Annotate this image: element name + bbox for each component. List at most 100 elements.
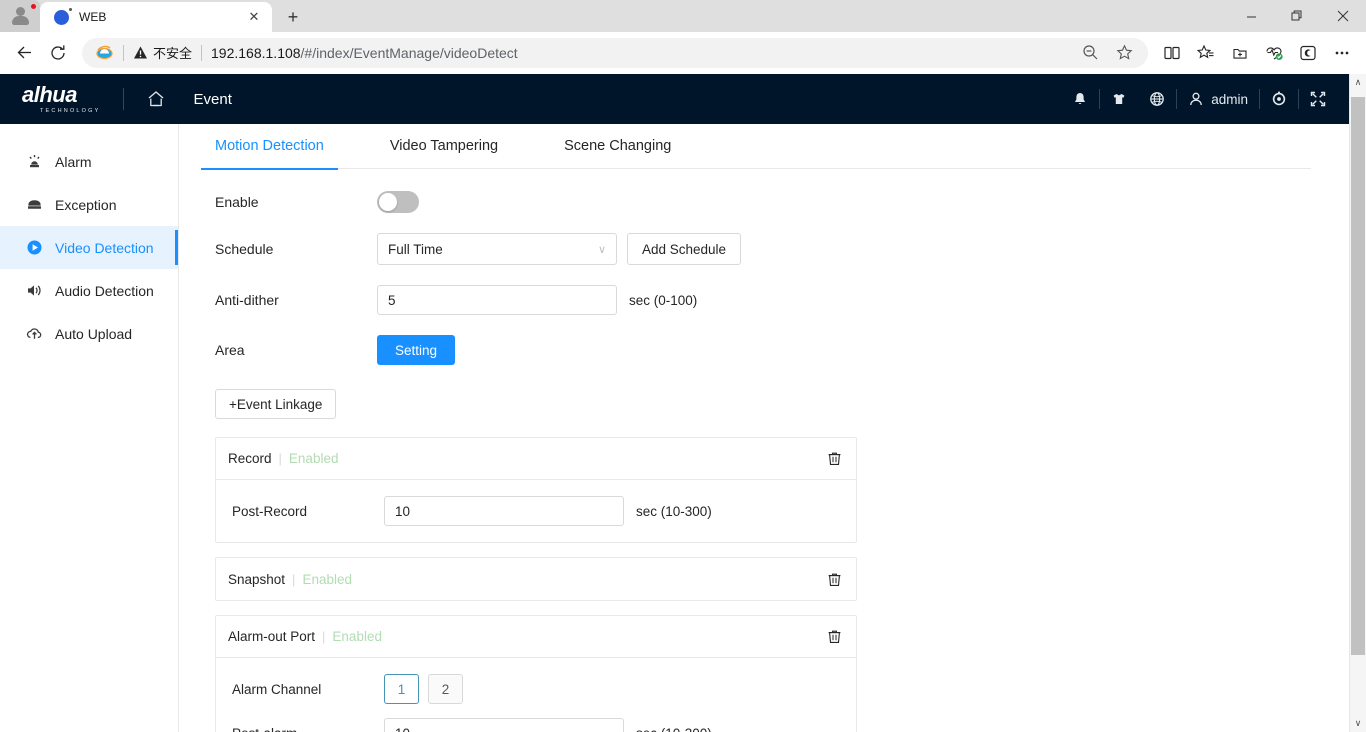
cloud-upload-icon — [26, 325, 43, 342]
sidebar-item-label: Audio Detection — [55, 282, 154, 299]
post-alarm-row: Post-alarm 10 sec (10-300) — [216, 718, 856, 732]
reload-icon[interactable] — [42, 37, 74, 69]
card-header: Alarm-out Port | Enabled — [216, 616, 856, 658]
trash-icon[interactable] — [827, 451, 842, 466]
collections-icon[interactable] — [1190, 37, 1222, 69]
card-title: Snapshot — [228, 571, 286, 587]
close-icon[interactable]: ✕ — [244, 7, 264, 27]
post-alarm-input[interactable]: 10 — [384, 718, 624, 732]
ai-shirt-icon[interactable] — [1100, 91, 1138, 107]
post-alarm-label: Post-alarm — [232, 726, 384, 732]
user-icon — [1190, 92, 1203, 106]
card-title: Alarm-out Port — [228, 629, 316, 644]
sidebar-item-auto-upload[interactable]: Auto Upload — [0, 312, 178, 355]
speaker-icon — [26, 282, 43, 299]
post-record-input[interactable]: 10 — [384, 496, 624, 526]
globe-favicon — [54, 7, 72, 25]
chevron-down-icon: ∨ — [597, 243, 606, 256]
copilot-icon[interactable] — [1292, 37, 1324, 69]
url-path: /#/index/EventManage/videoDetect — [300, 44, 518, 61]
sidebar-item-label: Auto Upload — [55, 325, 133, 342]
divider — [123, 44, 124, 61]
tab-motion-detection[interactable]: Motion Detection — [201, 124, 338, 170]
globe-icon[interactable] — [1138, 91, 1176, 107]
sidebar-item-exception[interactable]: Exception — [0, 183, 178, 226]
home-icon[interactable] — [146, 89, 166, 109]
status-badge: Enabled — [302, 571, 352, 587]
scrollbar-track[interactable] — [1350, 91, 1366, 715]
sidebar-item-video-detection[interactable]: Video Detection — [0, 226, 178, 269]
motion-detection-form: Enable Schedule Full Time ∨ Add Schedule… — [201, 169, 1319, 732]
browser-tab[interactable]: WEB ✕ — [40, 2, 272, 32]
split-screen-icon[interactable] — [1156, 37, 1188, 69]
play-circle-icon — [26, 239, 43, 256]
divider: | — [322, 629, 326, 644]
schedule-select[interactable]: Full Time ∨ — [377, 233, 617, 265]
area-label: Area — [215, 342, 245, 358]
fullscreen-icon[interactable] — [1299, 91, 1337, 107]
post-record-suffix: sec (10-300) — [636, 503, 712, 519]
alarm-channel-button-2[interactable]: 2 — [428, 674, 463, 704]
ie-mode-icon[interactable] — [94, 43, 114, 63]
add-schedule-button[interactable]: Add Schedule — [627, 233, 742, 265]
dahua-logo: alhua TECHNOLOGY — [22, 84, 101, 115]
post-record-label: Post-Record — [232, 503, 308, 519]
divider: | — [278, 451, 282, 466]
page-scrollbar[interactable]: ∧ ∨ — [1349, 74, 1366, 732]
new-tab-button[interactable]: + — [278, 2, 308, 32]
anti-dither-label: Anti-dither — [215, 292, 279, 308]
app-body: Alarm Exception Video Detection Audio De… — [0, 124, 1349, 732]
alarm-channel-button-1[interactable]: 1 — [384, 674, 419, 704]
content-tabs: Motion Detection Video Tampering Scene C… — [201, 124, 1311, 170]
add-tab-group-icon[interactable] — [1224, 37, 1256, 69]
card-title: Record — [228, 451, 272, 466]
restore-icon[interactable] — [1274, 0, 1320, 32]
trash-icon[interactable] — [827, 572, 842, 587]
tab-scene-changing[interactable]: Scene Changing — [562, 124, 673, 169]
browser-toolbar: 不安全 192.168.1.108/#/index/EventManage/vi… — [0, 32, 1366, 74]
linkage-card-snapshot: Snapshot | Enabled — [215, 557, 857, 601]
enable-toggle[interactable] — [377, 191, 419, 213]
add-event-linkage-button[interactable]: +Event Linkage — [215, 389, 337, 419]
scroll-down-icon[interactable]: ∨ — [1350, 715, 1366, 732]
back-icon[interactable] — [8, 37, 40, 69]
browser-window: WEB ✕ + 不安全 192.168.1.108/#/index/EventM… — [0, 0, 1366, 732]
security-indicator[interactable]: 不安全 — [133, 43, 192, 62]
gear-icon[interactable] — [1260, 91, 1298, 107]
trash-icon[interactable] — [827, 629, 842, 644]
user-menu[interactable]: admin — [1177, 91, 1259, 107]
scrollbar-thumb[interactable] — [1351, 97, 1365, 655]
minimize-icon[interactable] — [1228, 0, 1274, 32]
address-bar[interactable]: 不安全 192.168.1.108/#/index/EventManage/vi… — [82, 37, 1148, 69]
sidebar-item-alarm[interactable]: Alarm — [0, 140, 178, 183]
anti-dither-input[interactable]: 5 — [377, 285, 617, 315]
bell-icon[interactable] — [1061, 91, 1099, 107]
scroll-up-icon[interactable]: ∧ — [1350, 74, 1366, 91]
post-alarm-suffix: sec (10-300) — [636, 726, 712, 732]
tab-video-tampering[interactable]: Video Tampering — [388, 124, 500, 169]
area-row: Area Setting — [215, 335, 1319, 365]
card-header: Record | Enabled — [216, 438, 856, 480]
window-close-icon[interactable] — [1320, 0, 1366, 32]
header-actions: admin — [1061, 89, 1349, 109]
zoom-out-icon[interactable] — [1074, 37, 1106, 69]
area-setting-button[interactable]: Setting — [377, 335, 456, 365]
logo-subtext: TECHNOLOGY — [40, 108, 101, 114]
sidebar-item-audio-detection[interactable]: Audio Detection — [0, 269, 178, 312]
avatar — [10, 7, 30, 25]
post-record-value: 10 — [395, 503, 411, 519]
favorite-star-icon[interactable] — [1108, 37, 1140, 69]
profile-button[interactable] — [0, 0, 40, 32]
app-header: alhua TECHNOLOGY Event admin — [0, 74, 1349, 124]
page-title: Event — [193, 90, 232, 108]
anti-dither-value: 5 — [388, 292, 396, 308]
security-label: 不安全 — [153, 46, 193, 61]
alarm-channel-row: Alarm Channel 1 2 — [216, 674, 856, 704]
settings-more-icon[interactable] — [1326, 37, 1358, 69]
browser-essentials-icon[interactable] — [1258, 37, 1290, 69]
enable-label: Enable — [215, 194, 259, 210]
url-text[interactable]: 192.168.1.108/#/index/EventManage/videoD… — [211, 45, 518, 61]
web-page: alhua TECHNOLOGY Event admin Alarm Excep… — [0, 74, 1349, 732]
sidebar-item-label: Video Detection — [55, 239, 154, 256]
schedule-value: Full Time — [388, 241, 443, 257]
